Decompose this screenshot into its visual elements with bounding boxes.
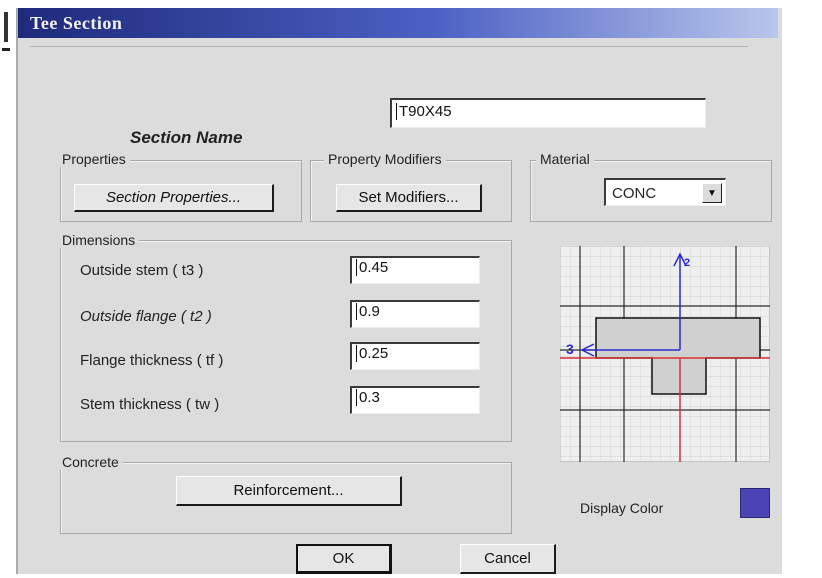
separator-line <box>30 46 748 47</box>
chevron-down-icon[interactable]: ▼ <box>702 183 722 203</box>
outside-flange-label: Outside flange ( t2 ) <box>80 308 212 325</box>
axis-2-label: 2 <box>684 257 690 269</box>
property-modifiers-group-label: Property Modifiers <box>324 151 446 167</box>
display-color-swatch[interactable] <box>740 488 770 518</box>
concrete-group-label: Concrete <box>58 454 123 470</box>
outside-stem-label: Outside stem ( t3 ) <box>80 262 204 279</box>
stem-thickness-input[interactable]: 0.3 <box>350 386 480 414</box>
flange-thickness-input[interactable]: 0.25 <box>350 342 480 370</box>
window-edge-mark <box>4 12 8 42</box>
reinforcement-button[interactable]: Reinforcement... <box>176 476 402 506</box>
flange-thickness-label: Flange thickness ( tf ) <box>80 352 224 369</box>
outside-flange-input[interactable]: 0.9 <box>350 300 480 328</box>
window-title: Tee Section <box>30 13 123 33</box>
section-name-input[interactable]: T90X45 <box>390 98 706 128</box>
axis-3-label: 3 <box>566 341 574 357</box>
material-group-label: Material <box>536 151 594 167</box>
window-edge-mark <box>2 48 10 51</box>
ok-button[interactable]: OK <box>296 544 392 574</box>
set-modifiers-button[interactable]: Set Modifiers... <box>336 184 482 212</box>
section-name-label: Section Name <box>130 128 243 147</box>
material-select[interactable]: CONC ▼ <box>604 178 726 206</box>
properties-group-label: Properties <box>58 151 130 167</box>
title-bar[interactable]: Tee Section <box>18 8 778 38</box>
outside-stem-input[interactable]: 0.45 <box>350 256 480 284</box>
cancel-button[interactable]: Cancel <box>460 544 556 574</box>
dimensions-group-label: Dimensions <box>58 232 140 248</box>
section-preview: 3 2 <box>560 246 770 462</box>
section-properties-button[interactable]: Section Properties... <box>74 184 274 212</box>
display-color-label: Display Color <box>580 500 664 516</box>
stem-thickness-label: Stem thickness ( tw ) <box>80 396 220 413</box>
material-selected-value: CONC <box>612 185 657 202</box>
